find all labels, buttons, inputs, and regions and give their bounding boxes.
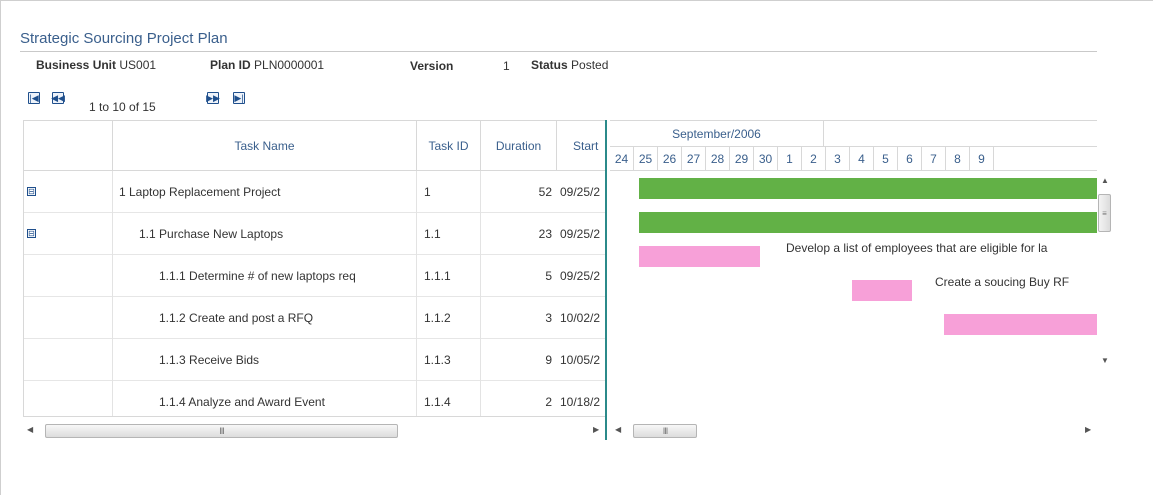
- column-header-task-id[interactable]: Task ID: [416, 121, 480, 171]
- version-label: Version: [410, 59, 454, 73]
- title-divider: [20, 51, 1097, 52]
- gantt-day: 28: [706, 147, 730, 171]
- plan-id-field: Plan ID PLN0000001: [210, 58, 324, 72]
- business-unit-label: Business Unit: [36, 58, 117, 72]
- gantt-day: 30: [754, 147, 778, 171]
- scroll-up-icon[interactable]: ▲: [1101, 176, 1109, 185]
- gantt-day: 4: [850, 147, 874, 171]
- scroll-right-icon[interactable]: ▶: [593, 425, 599, 434]
- start-cell: 10/05/2: [560, 353, 601, 367]
- gantt-day: 27: [682, 147, 706, 171]
- task-id-cell: 1.1.3: [416, 339, 480, 381]
- duration-cell: 5: [480, 255, 556, 297]
- task-id-cell: 1.1: [416, 213, 480, 255]
- gantt-day: 5: [874, 147, 898, 171]
- task-row[interactable]: 1.1.2 Create and post a RFQ 1.1.2 3 10/0…: [24, 297, 605, 339]
- start-cell: 10/18/2: [560, 395, 601, 409]
- previous-page-icon[interactable]: ◀◀: [51, 92, 65, 104]
- gantt-summary-bar[interactable]: [639, 178, 1097, 199]
- scroll-down-icon[interactable]: ▼: [1101, 356, 1109, 365]
- horizontal-scroll-thumb[interactable]: III: [45, 424, 398, 438]
- start-cell: 10/02/2: [560, 311, 601, 325]
- column-header-task-name[interactable]: Task Name: [112, 121, 416, 171]
- gantt-day-row: 24 25 26 27 28 29 30 1 2 3 4 5 6 7 8 9: [610, 147, 1097, 171]
- gantt-day: 7: [922, 147, 946, 171]
- gantt-task-bar[interactable]: [944, 314, 1097, 335]
- gantt-summary-bar[interactable]: [639, 212, 1097, 233]
- task-row[interactable]: 1.1.1 Determine # of new laptops req 1.1…: [24, 255, 605, 297]
- next-page-icon[interactable]: ▶▶: [206, 92, 220, 104]
- duration-cell: 52: [480, 171, 556, 213]
- plan-id-label: Plan ID: [210, 58, 251, 72]
- gantt-month-label: September/2006: [610, 121, 824, 147]
- business-unit-field: Business Unit US001: [36, 58, 156, 72]
- gantt-day: 1: [778, 147, 802, 171]
- task-row[interactable]: ⊟ 1.1 Purchase New Laptops 1.1 23 09/25/…: [24, 213, 605, 255]
- window-top-border: [0, 0, 1153, 1]
- gantt-day: 6: [898, 147, 922, 171]
- gantt-horizontal-scrollbar[interactable]: ◀ III ▶: [611, 424, 1097, 438]
- task-name-cell: 1.1.3 Receive Bids: [112, 339, 416, 381]
- task-id-cell: 1.1.4: [416, 381, 480, 416]
- gantt-task-bar[interactable]: [639, 246, 760, 267]
- gantt-day: 9: [970, 147, 994, 171]
- duration-cell: 9: [480, 339, 556, 381]
- plan-id-value: PLN0000001: [254, 58, 325, 72]
- gantt-chart: September/2006 24 25 26 27 28 29 30 1 2 …: [610, 120, 1097, 417]
- task-grid: Task Name Task ID Duration Start ⊟ 1 Lap…: [23, 120, 605, 417]
- collapse-icon[interactable]: ⊟: [27, 187, 36, 196]
- gantt-month-row: September/2006: [610, 121, 1097, 147]
- business-unit-value: US001: [119, 58, 157, 72]
- page-title: Strategic Sourcing Project Plan: [20, 30, 228, 47]
- column-header-duration[interactable]: Duration: [480, 121, 556, 171]
- gantt-day: 26: [658, 147, 682, 171]
- task-row[interactable]: 1.1.3 Receive Bids 1.1.3 9 10/05/2: [24, 339, 605, 381]
- task-row[interactable]: 1.1.4 Analyze and Award Event 1.1.4 2 10…: [24, 381, 605, 416]
- vertical-scroll-thumb[interactable]: ≡: [1098, 194, 1111, 232]
- task-row[interactable]: ⊟ 1 Laptop Replacement Project 1 52 09/2…: [24, 171, 605, 213]
- gantt-day: 3: [826, 147, 850, 171]
- status-value: Posted: [571, 58, 609, 72]
- start-cell: 09/25/2: [560, 185, 601, 199]
- grid-horizontal-scrollbar[interactable]: ◀ III ▶: [25, 424, 603, 438]
- task-name-cell: 1.1.2 Create and post a RFQ: [112, 297, 416, 339]
- version-value: 1: [503, 59, 510, 73]
- window-left-border: [0, 0, 1, 495]
- start-cell: 09/25/2: [560, 227, 601, 241]
- horizontal-scroll-thumb[interactable]: III: [633, 424, 697, 438]
- task-id-cell: 1: [416, 171, 480, 213]
- gantt-day: 29: [730, 147, 754, 171]
- task-grid-header: Task Name Task ID Duration Start: [24, 121, 605, 171]
- first-page-icon[interactable]: |◀: [28, 92, 40, 104]
- task-name-cell: 1.1 Purchase New Laptops: [112, 213, 416, 255]
- task-name-cell: 1.1.1 Determine # of new laptops req: [112, 255, 416, 297]
- scroll-left-icon[interactable]: ◀: [615, 425, 621, 434]
- scroll-left-icon[interactable]: ◀: [27, 425, 33, 434]
- gantt-task-note: Develop a list of employees that are eli…: [786, 241, 1048, 255]
- duration-cell: 3: [480, 297, 556, 339]
- collapse-icon[interactable]: ⊟: [27, 229, 36, 238]
- gantt-day: 2: [802, 147, 826, 171]
- gantt-vertical-scrollbar[interactable]: ▲ ≡ ▼: [1097, 172, 1114, 372]
- task-id-cell: 1.1.2: [416, 297, 480, 339]
- duration-cell: 2: [480, 381, 556, 416]
- scroll-right-icon[interactable]: ▶: [1085, 425, 1091, 434]
- start-cell: 09/25/2: [560, 269, 601, 283]
- last-page-icon[interactable]: ▶|: [233, 92, 245, 104]
- column-header-start[interactable]: Start: [556, 121, 605, 171]
- task-id-cell: 1.1.1: [416, 255, 480, 297]
- status-label: Status: [531, 58, 568, 72]
- task-name-cell: 1 Laptop Replacement Project: [112, 171, 416, 213]
- gantt-day: 25: [634, 147, 658, 171]
- gantt-task-note: Create a soucing Buy RF: [935, 275, 1070, 289]
- gantt-day: 24: [610, 147, 634, 171]
- status-field: Status Posted: [531, 58, 608, 72]
- pager-range: 1 to 10 of 15: [89, 100, 156, 114]
- gantt-day: 8: [946, 147, 970, 171]
- duration-cell: 23: [480, 213, 556, 255]
- gantt-task-bar[interactable]: [852, 280, 912, 301]
- pane-splitter[interactable]: [605, 120, 607, 440]
- task-name-cell: 1.1.4 Analyze and Award Event: [112, 381, 416, 416]
